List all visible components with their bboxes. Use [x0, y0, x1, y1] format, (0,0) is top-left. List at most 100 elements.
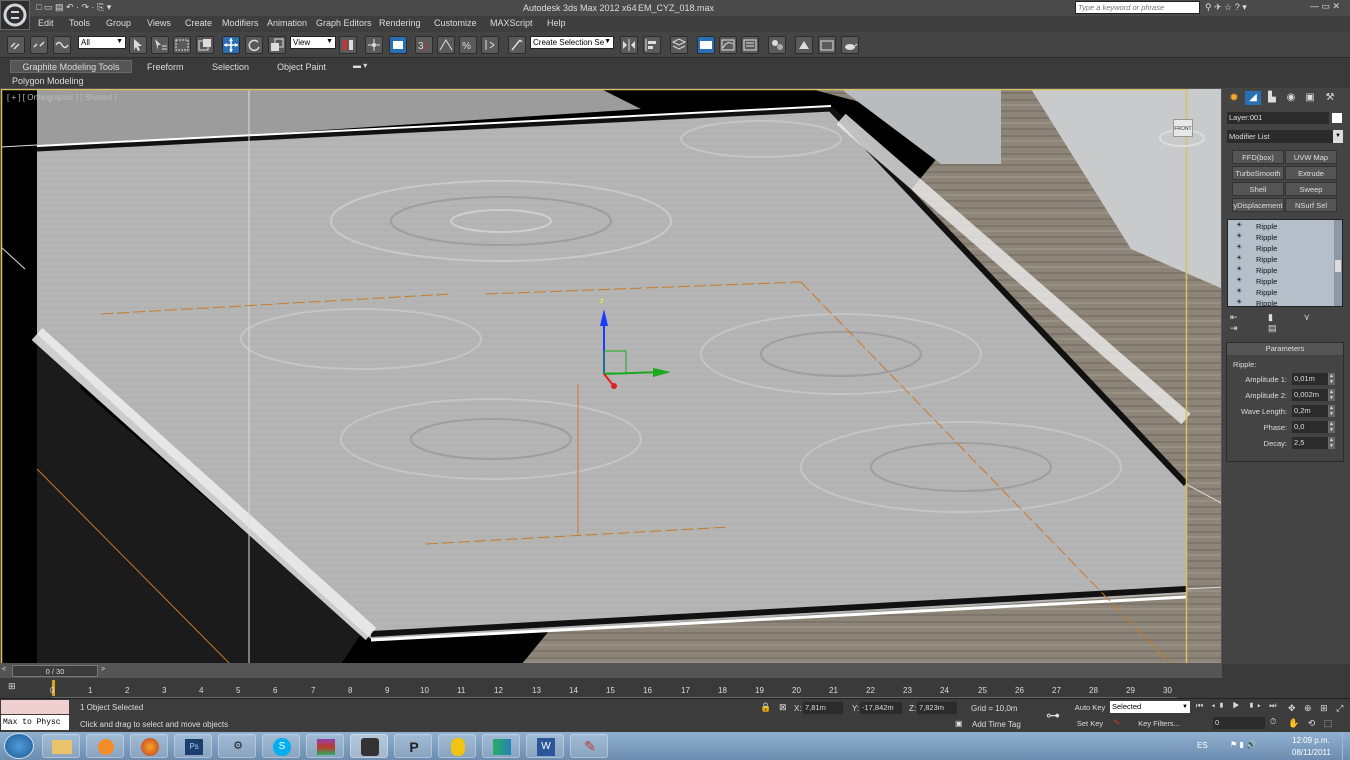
amplitude2-field[interactable]: 0,002m: [1292, 389, 1328, 401]
spinner-snap-icon[interactable]: [481, 36, 499, 54]
menu-modifiers[interactable]: Modifiers: [222, 18, 259, 28]
time-tag-icon[interactable]: ▣: [955, 719, 963, 728]
link-icon[interactable]: [7, 36, 25, 54]
3dsmax-taskbar-icon[interactable]: [350, 734, 388, 758]
decay-field[interactable]: 2,5: [1292, 437, 1328, 449]
explorer-taskbar-icon[interactable]: [42, 734, 80, 758]
angle-snap-icon[interactable]: [437, 36, 455, 54]
wave-length-field[interactable]: 0,2m: [1292, 405, 1328, 417]
stack-item-ripple[interactable]: Ripple: [1230, 254, 1328, 265]
add-time-tag[interactable]: Add Time Tag: [972, 720, 1021, 729]
edit-named-selection-icon[interactable]: [508, 36, 526, 54]
modifier-list-dropdown[interactable]: Modifier List ▼: [1227, 130, 1343, 143]
playback-controls[interactable]: ⏮ ◂▮ ▶ ▮▸ ⏭: [1196, 701, 1286, 714]
menu-graph-editors[interactable]: Graph Editors: [316, 18, 372, 28]
modifier-stack[interactable]: Ripple Ripple Ripple Ripple Ripple Rippl…: [1227, 219, 1343, 307]
hierarchy-tab-icon[interactable]: ▙: [1264, 91, 1280, 105]
displacement-button[interactable]: yDisplacement: [1232, 198, 1284, 212]
games-taskbar-icon[interactable]: [482, 734, 520, 758]
messenger-taskbar-icon[interactable]: [438, 734, 476, 758]
stack-tool-icons[interactable]: ⇤ ▮ ⋎ ⇥ ▤: [1230, 312, 1342, 333]
menu-help[interactable]: Help: [547, 18, 566, 28]
create-tab-icon[interactable]: ✹: [1226, 91, 1242, 105]
lock-icon[interactable]: 🔒: [760, 702, 771, 713]
bind-spacewarp-icon[interactable]: [53, 36, 71, 54]
time-slider-prev[interactable]: <: [2, 666, 12, 676]
amplitude1-spinner[interactable]: ▲ ▼: [1328, 373, 1335, 385]
select-object-icon[interactable]: [129, 36, 147, 54]
menu-group[interactable]: Group: [106, 18, 131, 28]
search-input[interactable]: [1075, 1, 1200, 14]
phase-spinner[interactable]: ▲ ▼: [1328, 421, 1335, 433]
stack-item-ripple[interactable]: Ripple: [1230, 232, 1328, 243]
ribbon-tab-selection[interactable]: Selection: [212, 62, 249, 72]
show-desktop-button[interactable]: [1342, 732, 1350, 760]
menu-edit[interactable]: Edit: [38, 18, 54, 28]
clock-date[interactable]: 08/11/2011: [1292, 748, 1331, 757]
menu-rendering[interactable]: Rendering: [379, 18, 421, 28]
extrude-button[interactable]: Extrude: [1285, 166, 1337, 180]
stack-item-ripple[interactable]: Ripple: [1230, 243, 1328, 254]
rect-selection-icon[interactable]: [173, 36, 191, 54]
ribbon-tab-object-paint[interactable]: Object Paint: [277, 62, 326, 72]
ribbon-subtab-polygon-modeling[interactable]: Polygon Modeling: [12, 76, 84, 86]
pivot-center-icon[interactable]: [339, 36, 357, 54]
ribbon-tab-freeform[interactable]: Freeform: [147, 62, 184, 72]
ref-coord-dropdown[interactable]: View ▼: [290, 36, 336, 49]
align-icon[interactable]: [643, 36, 661, 54]
amplitude2-spinner[interactable]: ▲ ▼: [1328, 389, 1335, 401]
paint-taskbar-icon[interactable]: ✎: [570, 734, 608, 758]
render-setup-icon[interactable]: [795, 36, 813, 54]
tray-icons[interactable]: ⚑ ▮ 🔊: [1230, 740, 1280, 752]
display-tab-icon[interactable]: ▣: [1302, 91, 1318, 105]
media-player-taskbar-icon[interactable]: [86, 734, 124, 758]
time-config-icon[interactable]: ⏱: [1270, 717, 1282, 729]
auto-key-button[interactable]: Auto Key: [1072, 701, 1108, 714]
select-scale-icon[interactable]: [268, 36, 286, 54]
x-coord-field[interactable]: 7,81m: [803, 702, 843, 714]
manipulate-icon[interactable]: [365, 36, 383, 54]
key-icon[interactable]: ⊶: [1046, 707, 1060, 724]
track-bar[interactable]: ⊞ 0 1 2 3 4 5 6 7 8 9 10 11 12 13 14 15 …: [0, 678, 1222, 698]
ffd-box-button[interactable]: FFD(box): [1232, 150, 1284, 164]
language-indicator[interactable]: ES: [1197, 741, 1208, 750]
uvw-map-button[interactable]: UVW Map: [1285, 150, 1337, 164]
window-controls[interactable]: — ▭ ✕: [1310, 1, 1350, 14]
viewport-label[interactable]: [ + ] [ Orthographic ] [ Shaded ]: [7, 93, 117, 102]
curve-editor-icon[interactable]: [719, 36, 737, 54]
menu-tools[interactable]: Tools: [69, 18, 90, 28]
key-tangent-icon[interactable]: ∿: [1113, 717, 1121, 728]
key-mode-dropdown[interactable]: Selected ▼: [1110, 701, 1190, 713]
graphite-toggle-icon[interactable]: [697, 36, 715, 54]
material-editor-icon[interactable]: [768, 36, 786, 54]
menu-maxscript[interactable]: MAXScript: [490, 18, 533, 28]
quick-access-icons[interactable]: □ ▭ ▤ ↶ · ↷ · ⎘ ▾: [36, 2, 156, 14]
stack-item-ripple[interactable]: Ripple: [1230, 221, 1328, 232]
app-taskbar-icon[interactable]: ⚙: [218, 734, 256, 758]
start-button[interactable]: [4, 733, 34, 759]
select-rotate-icon[interactable]: [245, 36, 263, 54]
object-color-swatch[interactable]: [1332, 113, 1342, 123]
pixplant-taskbar-icon[interactable]: P: [394, 734, 432, 758]
word-taskbar-icon[interactable]: W: [526, 734, 564, 758]
key-filters-button[interactable]: Key Filters...: [1128, 717, 1190, 730]
infocenter-icons[interactable]: ⚲ ✈ ☆ ? ▾: [1205, 2, 1295, 14]
photoshop-taskbar-icon[interactable]: Ps: [174, 734, 212, 758]
stack-item-ripple[interactable]: Ripple: [1230, 287, 1328, 298]
mirror-icon[interactable]: [620, 36, 638, 54]
stack-scrollbar-thumb[interactable]: [1335, 260, 1341, 272]
decay-spinner[interactable]: ▲ ▼: [1328, 437, 1335, 449]
absolute-mode-icon[interactable]: ⊠: [779, 702, 787, 713]
current-frame-field[interactable]: 0: [1213, 717, 1265, 729]
object-name-field[interactable]: Layer:001: [1227, 112, 1329, 124]
render-teapot-icon[interactable]: [841, 36, 859, 54]
stack-item-ripple[interactable]: Ripple: [1230, 265, 1328, 276]
wave-length-spinner[interactable]: ▲ ▼: [1328, 405, 1335, 417]
layer-manager-icon[interactable]: [670, 36, 688, 54]
time-slider-thumb[interactable]: 0 / 30: [12, 665, 98, 677]
winrar-taskbar-icon[interactable]: [306, 734, 344, 758]
time-slider-next[interactable]: >: [101, 666, 111, 676]
ribbon-options-icon[interactable]: ▬ ▾: [353, 61, 367, 70]
phase-field[interactable]: 0,0: [1292, 421, 1328, 433]
viewcube-face[interactable]: FRONT: [1173, 119, 1193, 137]
